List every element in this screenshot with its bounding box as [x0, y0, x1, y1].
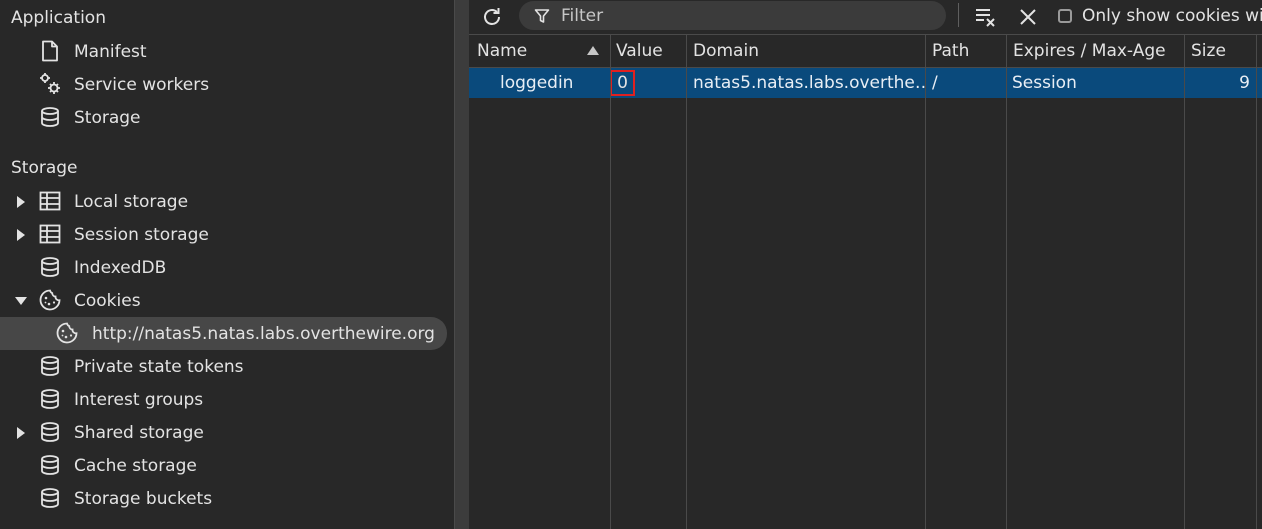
checkbox-box[interactable] [1058, 9, 1072, 23]
sidebar-item-label: Interest groups [74, 389, 204, 410]
sidebar-item-cookie-origin[interactable]: http://natas5.natas.labs.overthewire.org [0, 317, 447, 350]
sidebar-item-cookies[interactable]: Cookies [0, 284, 447, 317]
filter-icon [534, 8, 550, 24]
sidebar-item-label: Storage [74, 107, 141, 128]
cell-path: / [932, 73, 938, 93]
application-section-title: Application [11, 8, 106, 28]
sidebar-item-label: Storage buckets [74, 488, 213, 509]
only-show-issues-checkbox[interactable]: Only show cookies wit [1058, 4, 1262, 28]
sidebar-item-local-storage[interactable]: Local storage [0, 185, 447, 218]
delete-selected-button[interactable] [1015, 4, 1041, 30]
column-divider[interactable] [1184, 35, 1185, 529]
sidebar-item-label: Cache storage [74, 455, 197, 476]
sidebar-item-session-storage[interactable]: Session storage [0, 218, 447, 251]
close-icon [1019, 8, 1037, 26]
column-divider[interactable] [1256, 35, 1257, 529]
table-icon [38, 222, 62, 246]
sidebar-item-label: IndexedDB [74, 257, 167, 278]
cookie-icon [55, 321, 79, 345]
column-header-path[interactable]: Path [932, 35, 969, 67]
sidebar-item-label: Session storage [74, 224, 209, 245]
sidebar-item-interest-groups[interactable]: Interest groups [0, 383, 447, 416]
panel-splitter[interactable] [454, 0, 469, 529]
cell-expires: Session [1012, 73, 1077, 93]
database-icon [38, 354, 62, 378]
sidebar-item-label: Local storage [74, 191, 189, 212]
column-divider[interactable] [686, 35, 687, 529]
database-icon [38, 420, 62, 444]
cookie-icon [38, 288, 62, 312]
cell-size: 9 [1239, 73, 1250, 93]
column-header-value[interactable]: Value [616, 35, 663, 67]
cell-value-highlighted[interactable]: 0 [610, 70, 635, 96]
database-icon [38, 453, 62, 477]
sidebar-item-cache-storage[interactable]: Cache storage [0, 449, 447, 482]
column-divider[interactable] [925, 35, 926, 529]
column-header-domain[interactable]: Domain [693, 35, 759, 67]
cookies-toolbar: Only show cookies wit [469, 0, 1262, 35]
clear-filtered-cookies-button[interactable] [973, 4, 999, 30]
document-icon [38, 39, 62, 63]
clear-filtered-icon [974, 6, 998, 28]
expand-arrow-icon[interactable] [15, 185, 27, 218]
collapse-arrow-icon[interactable] [15, 284, 27, 317]
column-divider[interactable] [610, 35, 611, 529]
sidebar-item-label: Shared storage [74, 422, 204, 443]
column-divider[interactable] [1006, 35, 1007, 529]
table-icon [38, 189, 62, 213]
filter-input[interactable] [561, 1, 931, 30]
database-icon [38, 255, 62, 279]
sidebar-item-service-workers[interactable]: Service workers [0, 68, 447, 101]
sidebar-item-label: http://natas5.natas.labs.overthewire.org [92, 323, 435, 344]
gears-icon [38, 72, 62, 96]
sidebar-item-label: Cookies [74, 290, 141, 311]
storage-section-title: Storage [11, 158, 78, 178]
sidebar-item-label: Service workers [74, 74, 210, 95]
sidebar-item-private-state-tokens[interactable]: Private state tokens [0, 350, 447, 383]
refresh-button[interactable] [479, 4, 505, 30]
database-icon [38, 105, 62, 129]
cell-domain: natas5.natas.labs.overthe… [693, 73, 925, 93]
table-row[interactable]: loggedin 0 natas5.natas.labs.overthe… / … [469, 68, 1262, 98]
sidebar-item-indexeddb[interactable]: IndexedDB [0, 251, 447, 284]
column-header-expires[interactable]: Expires / Max-Age [1013, 35, 1166, 67]
cell-value: 0 [617, 73, 628, 93]
expand-arrow-icon[interactable] [15, 218, 27, 251]
database-icon [38, 486, 62, 510]
sidebar: Application Manifest Service workers Sto… [0, 0, 454, 529]
sidebar-item-label: Manifest [74, 41, 147, 62]
sidebar-item-manifest[interactable]: Manifest [0, 35, 447, 68]
table-header: Name Value Domain Path Expires / Max-Age… [469, 35, 1262, 68]
cookies-table: Name Value Domain Path Expires / Max-Age… [469, 35, 1262, 529]
sidebar-item-storage-buckets[interactable]: Storage buckets [0, 482, 447, 515]
only-show-label: Only show cookies wit [1082, 6, 1262, 26]
cell-name: loggedin [500, 73, 574, 93]
refresh-icon [481, 6, 503, 28]
expand-arrow-icon[interactable] [15, 416, 27, 449]
sidebar-item-label: Private state tokens [74, 356, 244, 377]
database-icon [38, 387, 62, 411]
sort-ascending-icon [587, 46, 599, 55]
column-header-name[interactable]: Name [477, 35, 527, 67]
cookies-panel: Only show cookies wit Name Value Domain … [469, 0, 1262, 529]
column-header-size[interactable]: Size [1191, 35, 1226, 67]
sidebar-item-storage[interactable]: Storage [0, 101, 447, 134]
sidebar-item-shared-storage[interactable]: Shared storage [0, 416, 447, 449]
filter-box[interactable] [519, 1, 946, 30]
toolbar-divider [958, 3, 959, 27]
